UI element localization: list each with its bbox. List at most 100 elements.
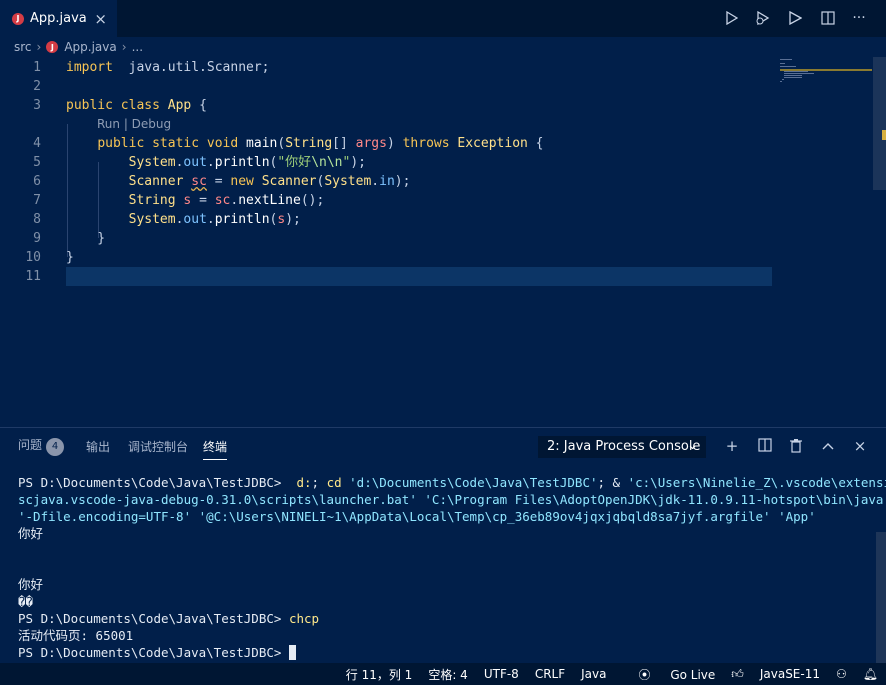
- java-file-icon: J: [46, 41, 59, 53]
- code-token: );: [285, 212, 301, 227]
- code-token: String: [285, 136, 333, 151]
- code-token: sc: [191, 174, 207, 189]
- split-editor-icon[interactable]: [819, 9, 837, 27]
- code-editor[interactable]: Run | Debug 1 import java.util.Scanner; 2 3…: [0, 57, 886, 427]
- maximize-panel-icon[interactable]: [820, 438, 836, 454]
- minimap-line: [780, 63, 785, 64]
- status-jdk[interactable]: JavaSE-11: [760, 667, 820, 681]
- minimap[interactable]: [780, 57, 875, 117]
- code-token: }: [66, 250, 74, 265]
- code-text: }: [66, 248, 74, 267]
- editor-scrollbar[interactable]: [873, 57, 886, 427]
- notifications-bell-icon[interactable]: 🔔︎: [863, 667, 878, 681]
- code-token: Exception: [457, 136, 528, 151]
- add-terminal-icon[interactable]: +: [724, 438, 740, 454]
- problems-count-badge: 4: [46, 438, 65, 456]
- code-token: java.util.Scanner;: [112, 60, 270, 75]
- minimap-line: [780, 81, 782, 82]
- close-panel-icon[interactable]: ×: [852, 438, 868, 454]
- feedback-thumb-icon[interactable]: 👍︎: [731, 667, 744, 682]
- code-token: new: [230, 174, 254, 189]
- code-token: System: [324, 174, 372, 189]
- line-number: 7: [33, 193, 41, 208]
- terminal-token: scjava.vscode-java-debug-0.31.0\scripts\…: [18, 492, 417, 507]
- live-share-icon[interactable]: ⚇: [836, 667, 847, 681]
- panel-tab[interactable]: 输出: [86, 438, 110, 455]
- terminal-token: ��: [18, 594, 34, 609]
- terminal-token: 'c:\Users\Ninelie_Z\.vscode\extensions\v: [627, 475, 886, 490]
- terminal-token: '-Dfile.encoding=UTF-8': [18, 509, 192, 524]
- codelens-run-debug[interactable]: Run | Debug: [97, 117, 171, 131]
- terminal-line: '-Dfile.encoding=UTF-8' '@C:\Users\NINEL…: [18, 508, 878, 525]
- trash-icon[interactable]: [788, 438, 804, 454]
- close-icon[interactable]: ×: [94, 10, 107, 28]
- terminal-token: 'App': [778, 509, 816, 524]
- code-token: =: [191, 193, 215, 208]
- terminal-token: 活动代码页: 65001: [18, 628, 134, 643]
- code-token: println: [214, 155, 270, 170]
- line-number: 3: [33, 98, 41, 113]
- code-text: Scanner sc = new Scanner(System.in);: [66, 172, 411, 191]
- chevron-right-icon: ›: [121, 40, 127, 54]
- terminal-token: ;: [311, 475, 320, 490]
- status-cursor-position[interactable]: 行 11，列 1: [346, 666, 413, 683]
- terminal-output[interactable]: PS D:\Documents\Code\Java\TestJDBC> d: ; …: [18, 474, 886, 661]
- code-token: System: [128, 212, 176, 227]
- terminal-select[interactable]: 2: Java Process Console ⌄: [538, 436, 706, 458]
- minimap-line: [784, 71, 808, 72]
- panel-tab-label: 输出: [86, 440, 111, 454]
- code-token: sc: [214, 193, 231, 208]
- code-token: public: [97, 136, 145, 151]
- terminal-token: d:: [288, 475, 312, 490]
- code-token: Scanner: [261, 174, 317, 189]
- split-terminal-icon[interactable]: [757, 438, 773, 454]
- line-number: 2: [33, 79, 41, 94]
- status-language[interactable]: Java: [581, 667, 606, 681]
- breadcrumb-file[interactable]: App.java: [64, 40, 116, 54]
- code-token: System: [128, 155, 176, 170]
- code-token: import: [66, 60, 113, 75]
- code-token: public: [66, 98, 113, 113]
- terminal-scrollbar[interactable]: [876, 532, 886, 664]
- panel-tab[interactable]: 问题 4: [18, 436, 65, 456]
- panel-tab-label: 终端: [203, 440, 228, 454]
- debug-run-icon[interactable]: [754, 9, 772, 27]
- code-token: out: [183, 212, 207, 227]
- code-token: );: [394, 174, 411, 189]
- terminal-token: PS D:\Documents\Code\Java\TestJDBC>: [18, 475, 289, 490]
- code-token: "你好: [277, 155, 312, 170]
- terminal-line: scjava.vscode-java-debug-0.31.0\scripts\…: [18, 491, 886, 508]
- terminal-token: chcp: [288, 611, 320, 626]
- run-icon[interactable]: [723, 9, 741, 27]
- breadcrumb-more[interactable]: ...: [132, 40, 143, 54]
- terminal-cursor: [288, 645, 296, 660]
- panel-tab[interactable]: 终端: [203, 438, 228, 460]
- tab-app-java[interactable]: J App.java ×: [0, 0, 117, 37]
- more-actions-icon[interactable]: ···: [850, 9, 868, 27]
- terminal-line: ��: [18, 593, 878, 610]
- status-encoding[interactable]: UTF-8: [484, 667, 519, 681]
- breadcrumb-folder[interactable]: src: [14, 40, 32, 54]
- panel-tab[interactable]: 调试控制台: [128, 438, 188, 455]
- minimap-line: [780, 59, 792, 60]
- status-eol[interactable]: CRLF: [535, 667, 565, 681]
- code-token: );: [350, 155, 366, 170]
- code-token: .: [371, 174, 380, 189]
- code-text: }: [66, 229, 105, 248]
- status-indentation[interactable]: 空格: 4: [428, 666, 468, 683]
- code-token: in: [379, 174, 395, 189]
- chevron-right-icon: ›: [36, 40, 42, 54]
- status-go-live[interactable]: ⦿ Go Live: [622, 666, 715, 683]
- code-text: public static void main(String[] args) t…: [66, 134, 543, 153]
- code-token: ): [386, 136, 403, 151]
- run-code-icon[interactable]: [786, 9, 804, 27]
